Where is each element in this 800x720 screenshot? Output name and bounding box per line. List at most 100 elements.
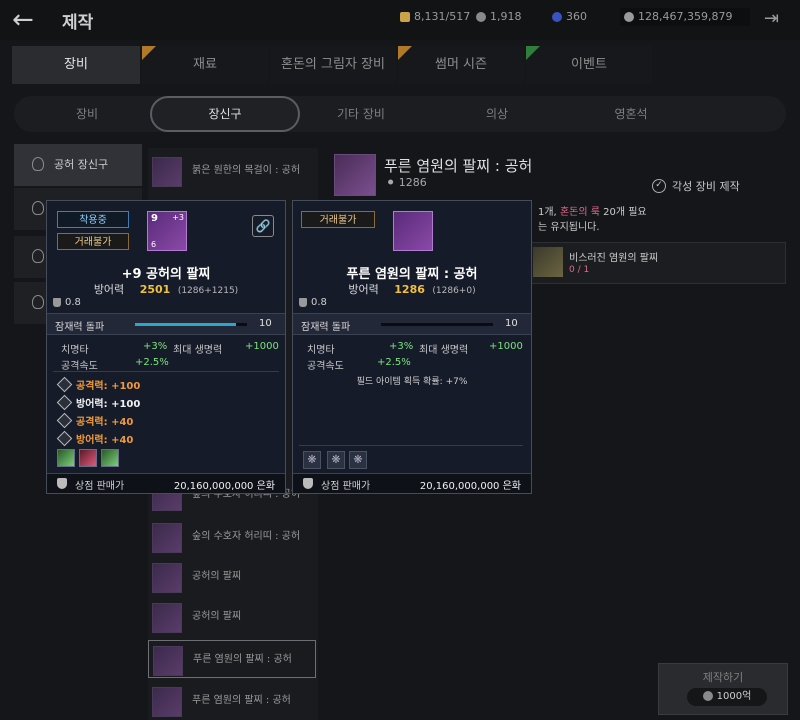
currency-gem: 360: [552, 10, 587, 23]
list-item-label: 붉은 원한의 목걸이 : 공허: [192, 165, 301, 176]
link-icon[interactable]: 🔗: [252, 215, 274, 237]
tab-summer-season[interactable]: 썸머 시즌: [398, 46, 524, 84]
necklace-icon: [32, 249, 44, 263]
item-thumbnail: [152, 157, 182, 187]
tab-label: 장비: [64, 57, 88, 72]
divider: [299, 445, 523, 446]
item-name: +9 공허의 팔찌: [121, 267, 211, 282]
category-void-accessory[interactable]: 공허 장신구: [14, 144, 142, 186]
awaken-craft-toggle[interactable]: ✓ 각성 장비 제작: [652, 178, 740, 194]
potential-bar-fill: [135, 323, 236, 326]
power-value: 1286: [398, 176, 427, 189]
currency-coin-value: 1,918: [490, 10, 522, 23]
tab-chaos-shadow-equipment[interactable]: 혼돈의 그림자 장비: [270, 46, 396, 84]
gem-socket-icon: [101, 449, 119, 467]
shield-icon: [56, 394, 73, 411]
tab-label: 재료: [193, 57, 217, 72]
category-label: 공허 장신구: [54, 158, 109, 171]
option-text: 공격력: +40: [76, 417, 134, 428]
untradable-badge: 거래불가: [301, 211, 375, 228]
subtab-accessory[interactable]: 장신구: [150, 96, 300, 132]
silver-icon: [702, 691, 713, 701]
compare-item-tooltip: 거래불가 푸른 염원의 팔찌 : 공허 방어력 1286 (1286+0) 0.…: [292, 200, 532, 494]
sell-label: 상점 판매가: [321, 481, 371, 492]
divider: [53, 371, 279, 372]
craft-cost-value: 1000억: [716, 691, 752, 702]
potential-value: 10: [505, 318, 518, 329]
tab-event[interactable]: 이벤트: [526, 46, 652, 84]
gem-socket-icon: [57, 449, 75, 467]
craft-description: 1개, 혼돈의 룩 20개 필요 는 유지됩니다.: [538, 205, 647, 235]
weight-icon: [299, 298, 307, 307]
necklace-icon: [32, 201, 44, 215]
list-item[interactable]: 푸른 염원의 팔찌 : 공허: [148, 682, 316, 720]
desc-text: 1개,: [538, 207, 557, 218]
empty-socket-icon: ❋: [349, 451, 367, 469]
crit-value: +3%: [389, 341, 414, 352]
money-bag-icon: [57, 478, 67, 489]
list-item-label: 공허의 팔찌: [192, 571, 242, 582]
defense-value: 2501: [139, 283, 171, 296]
option-text: 공격력: +100: [76, 381, 141, 392]
defense-stat: 방어력 2501 (1286+1215): [47, 281, 285, 297]
craft-button[interactable]: 제작하기 1000억: [658, 663, 788, 715]
event-corner-marker: [526, 46, 540, 60]
hp-label: 최대 생명력: [173, 345, 223, 356]
defense-detail: (1286+0): [432, 286, 476, 296]
currency-energy-value: 8,131/517: [414, 10, 471, 23]
attack-speed-value: +2.5%: [377, 357, 411, 368]
list-item-label: 푸른 염원의 팔찌 : 공허: [193, 654, 292, 665]
subtab-soulstone[interactable]: 영혼석: [566, 96, 696, 132]
necklace-icon: [32, 295, 44, 309]
hp-value: +1000: [489, 341, 523, 352]
potential-value: 10: [259, 318, 272, 329]
selected-item-power: ⚫ 1286: [386, 176, 427, 189]
option-text: 방어력: +40: [76, 435, 134, 446]
currency-silver-coin: 1,918: [476, 10, 522, 23]
potential-bar: [381, 323, 493, 326]
selected-item-icon: [334, 154, 376, 196]
subtab-equipment[interactable]: 장비: [24, 96, 150, 132]
hp-label: 최대 생명력: [419, 345, 469, 356]
potential-breakthrough: 잠재력 돌파 10: [293, 313, 531, 335]
subtab-other-equipment[interactable]: 기타 장비: [296, 96, 426, 132]
list-item[interactable]: 붉은 원한의 목걸이 : 공허: [148, 152, 316, 190]
tab-materials[interactable]: 재료: [142, 46, 268, 84]
defense-stat: 방어력 1286 (1286+0): [293, 281, 531, 297]
item-thumbnail: [152, 687, 182, 717]
crit-label: 치명타: [61, 345, 89, 356]
shield-icon: ⚫: [386, 176, 396, 189]
equipped-item-tooltip: 착용중 거래불가 9 +3 6 🔗 +9 공허의 팔찌 방어력 2501 (12…: [46, 200, 286, 494]
defense-label: 방어력: [93, 283, 125, 296]
currency-silver: 128,467,359,879: [624, 10, 732, 23]
option-line: 공격력: +100: [56, 376, 141, 393]
tab-equipment[interactable]: 장비: [12, 46, 140, 84]
list-item-label: 숲의 수호자 허리띠 : 공허: [192, 531, 301, 542]
exit-icon[interactable]: ⇥: [764, 8, 784, 29]
list-item-label: 공허의 팔찌: [192, 611, 242, 622]
attack-speed-label: 공격속도: [307, 361, 344, 372]
empty-socket-icon: ❋: [327, 451, 345, 469]
option-line: 방어력: +40: [56, 430, 134, 447]
defense-detail: (1286+1215): [177, 286, 239, 296]
material-slot[interactable]: 비스러진 염원의 팔찌 0 / 1: [528, 242, 786, 284]
subtab-costume[interactable]: 의상: [432, 96, 562, 132]
crit-value: +3%: [143, 341, 168, 352]
attack-speed-label: 공격속도: [61, 361, 98, 372]
new-corner-marker: [398, 46, 412, 60]
bracelet-item-icon: [393, 211, 433, 251]
untradable-badge: 거래불가: [57, 233, 129, 250]
list-item-selected[interactable]: 푸른 염원의 팔찌 : 공허: [148, 640, 316, 678]
back-arrow-icon[interactable]: ←: [12, 6, 42, 34]
list-item[interactable]: 숲의 수호자 허리띠 : 공허: [148, 518, 316, 556]
weight: 0.8: [53, 297, 81, 308]
gem-icon: [552, 11, 562, 22]
currency-silver-value: 128,467,359,879: [638, 10, 733, 23]
sell-value: 20,160,000,000 은화: [419, 481, 521, 492]
currency-energy: 8,131/517: [400, 10, 470, 23]
list-item[interactable]: 공허의 팔찌: [148, 598, 316, 636]
page-title: 제작: [62, 13, 94, 33]
list-item[interactable]: 공허의 팔찌: [148, 558, 316, 596]
potential-label: 잠재력 돌파: [301, 322, 351, 333]
enhance-level: 9: [151, 213, 158, 224]
